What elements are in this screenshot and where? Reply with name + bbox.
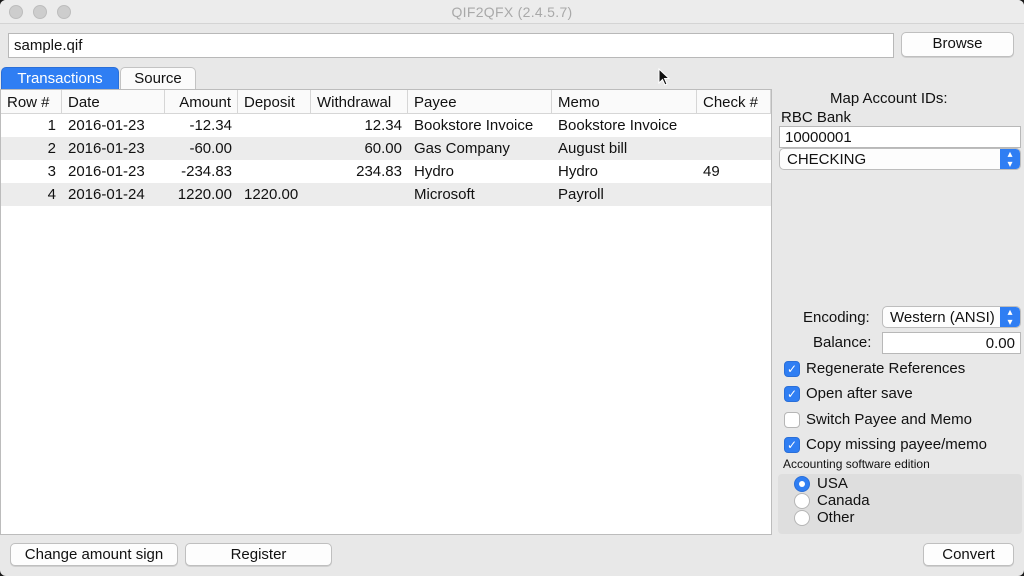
column-header-amount[interactable]: Amount <box>165 90 238 114</box>
column-header-memo[interactable]: Memo <box>552 90 697 114</box>
account-id-field[interactable]: 10000001 <box>779 126 1021 148</box>
app-window: QIF2QFX (2.4.5.7) sample.qif Browse Tran… <box>0 0 1024 576</box>
balance-field[interactable]: 0.00 <box>882 332 1021 354</box>
bank-name-label: RBC Bank <box>781 109 852 126</box>
radio-button[interactable] <box>794 510 810 526</box>
map-account-ids-label: Map Account IDs: <box>830 90 948 107</box>
account-type-value: CHECKING <box>787 151 867 168</box>
file-path-input[interactable]: sample.qif <box>8 33 894 58</box>
chevron-updown-icon: ▴ ▾ <box>1000 307 1020 327</box>
edition-radio-group: USA Canada Other <box>778 474 1022 534</box>
checkbox[interactable] <box>784 412 800 428</box>
column-header-date[interactable]: Date <box>62 90 165 114</box>
encoding-select[interactable]: Western (ANSI) ▴ ▾ <box>882 306 1021 328</box>
browse-button[interactable]: Browse <box>901 32 1014 57</box>
accounting-edition-label: Accounting software edition <box>783 457 930 471</box>
encoding-label: Encoding: <box>803 309 870 326</box>
check-icon[interactable]: ✓ <box>784 361 800 377</box>
window-title: QIF2QFX (2.4.5.7) <box>451 4 573 20</box>
table-row[interactable]: 4 2016-01-24 1220.00 1220.00 Microsoft P… <box>1 183 771 206</box>
check-icon[interactable]: ✓ <box>784 437 800 453</box>
table-row[interactable]: 3 2016-01-23 -234.83 234.83 Hydro Hydro … <box>1 160 771 183</box>
column-header-withdrawal[interactable]: Withdrawal <box>311 90 408 114</box>
convert-button[interactable]: Convert <box>923 543 1014 566</box>
table-row[interactable]: 2 2016-01-23 -60.00 60.00 Gas Company Au… <box>1 137 771 160</box>
account-type-select[interactable]: CHECKING ▴ ▾ <box>779 148 1021 170</box>
chevron-updown-icon: ▴ ▾ <box>1000 149 1020 169</box>
balance-label: Balance: <box>813 334 872 351</box>
radio-button[interactable] <box>794 493 810 509</box>
column-header-payee[interactable]: Payee <box>408 90 552 114</box>
change-amount-sign-button[interactable]: Change amount sign <box>10 543 178 566</box>
radio-button[interactable] <box>794 476 810 492</box>
encoding-value: Western (ANSI) <box>890 309 995 326</box>
tab-source[interactable]: Source <box>120 67 196 89</box>
column-header-deposit[interactable]: Deposit <box>238 90 311 114</box>
check-icon[interactable]: ✓ <box>784 386 800 402</box>
table-row[interactable]: 1 2016-01-23 -12.34 12.34 Bookstore Invo… <box>1 114 771 137</box>
register-button[interactable]: Register <box>185 543 332 566</box>
mouse-pointer-icon <box>658 68 670 86</box>
column-header-check[interactable]: Check # <box>697 90 771 114</box>
tab-transactions[interactable]: Transactions <box>1 67 119 89</box>
title-bar: QIF2QFX (2.4.5.7) <box>0 0 1024 24</box>
transactions-table[interactable]: Row # Date Amount Deposit Withdrawal Pay… <box>0 89 772 535</box>
column-header-row-number[interactable]: Row # <box>1 90 62 114</box>
